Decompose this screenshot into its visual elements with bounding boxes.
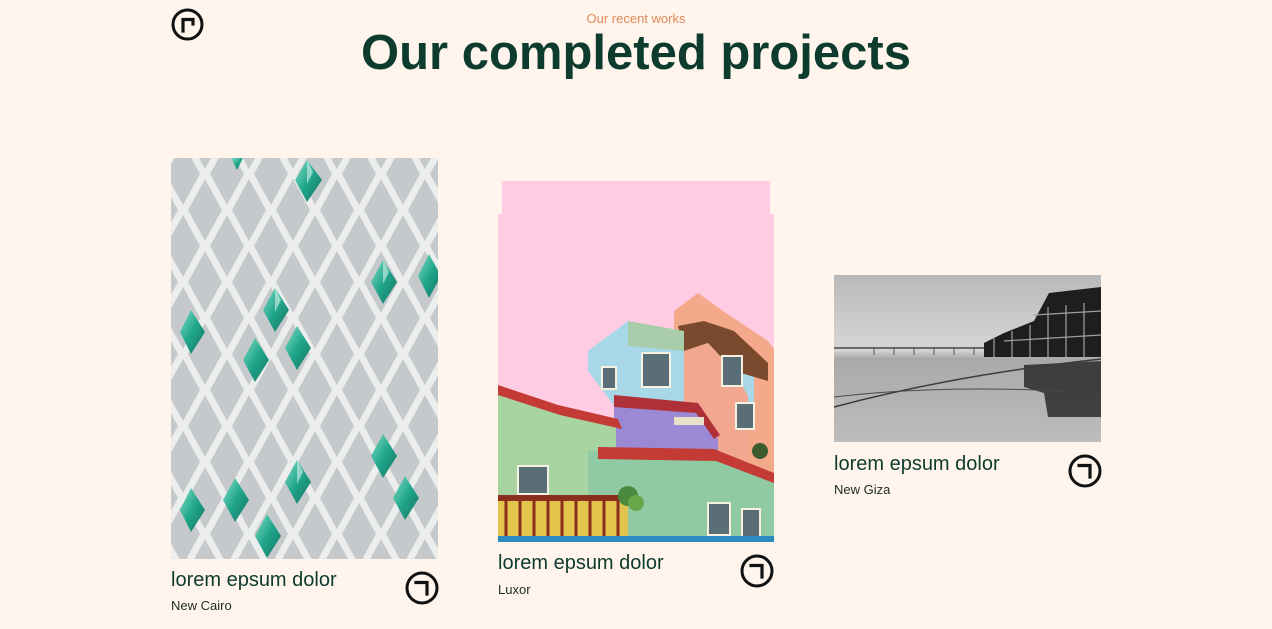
circle-arrow-icon[interactable] [740, 554, 774, 588]
project-title[interactable]: lorem epsum dolor [171, 569, 337, 592]
project-city: New Cairo [171, 598, 232, 613]
project-card[interactable]: lorem epsum dolor New Giza [834, 275, 1102, 505]
project-city: Luxor [498, 582, 531, 597]
project-city: New Giza [834, 482, 891, 497]
projects-section: Our recent works Our completed projects [0, 0, 1272, 629]
section-eyebrow: Our recent works [586, 11, 686, 26]
diamond-lattice-facade-photo[interactable] [171, 158, 438, 559]
circle-arrow-icon[interactable] [405, 571, 439, 605]
monochrome-pier-photo[interactable] [834, 275, 1101, 442]
colorful-houses-photo[interactable] [498, 181, 774, 542]
project-title[interactable]: lorem epsum dolor [834, 453, 1000, 476]
section-title: Our completed projects [360, 26, 911, 80]
project-card[interactable]: lorem epsum dolor New Cairo [171, 158, 439, 618]
project-title[interactable]: lorem epsum dolor [498, 552, 664, 575]
project-card[interactable]: lorem epsum dolor Luxor [498, 181, 774, 601]
circle-arrow-icon[interactable] [1068, 454, 1102, 488]
